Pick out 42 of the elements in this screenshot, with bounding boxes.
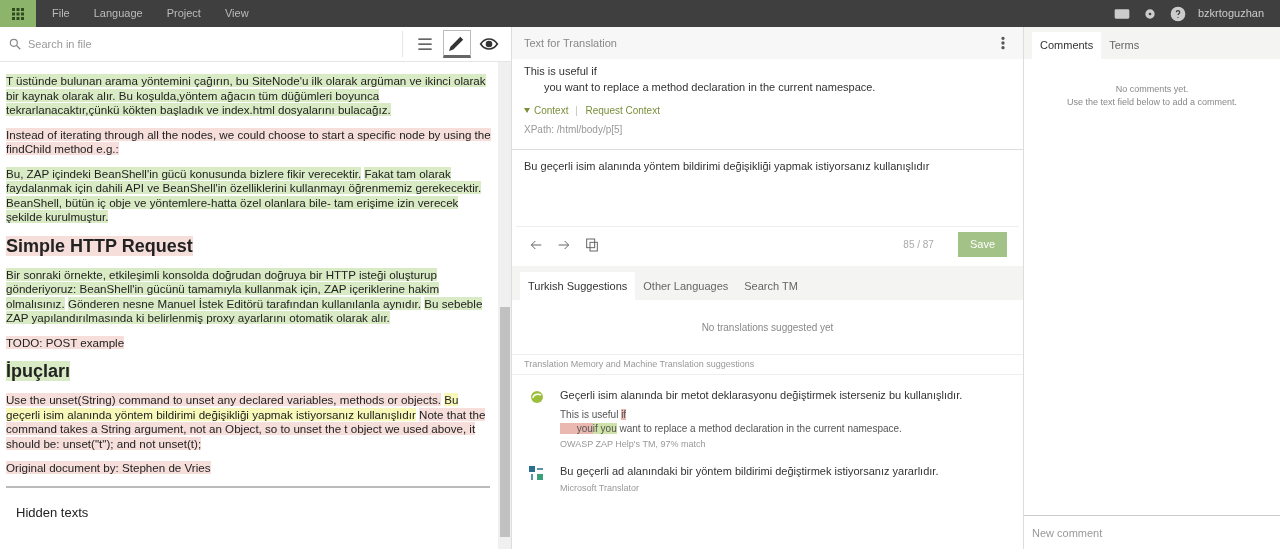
document-heading[interactable]: İpuçları — [6, 360, 494, 382]
suggestion-text[interactable]: Geçerli isim alanında bir metot deklarasyonu değiştirmek isterseniz bu kullanışlıdır. — [560, 387, 963, 404]
copy-icon — [584, 236, 600, 253]
menu-item[interactable]: View — [224, 5, 249, 22]
menu-item[interactable]: File — [52, 5, 70, 22]
context-toggle[interactable]: Context — [534, 103, 569, 118]
username[interactable]: bzkrtoguzhan — [1197, 5, 1264, 22]
request-context-link[interactable]: Request Context — [585, 103, 660, 118]
scrollbar[interactable] — [498, 62, 511, 549]
view-toggle-button[interactable] — [443, 30, 471, 58]
menu-item[interactable]: Project — [166, 5, 201, 22]
empty-message: No comments yet. Use the text field below to add a comment. — [1065, 83, 1239, 109]
section-title: Hidden texts — [16, 505, 90, 520]
comment-field[interactable]: New comment — [1024, 515, 1280, 549]
suggestion-tab[interactable]: Other Languages — [635, 272, 737, 300]
empty-message: No translations suggested yet — [512, 300, 1023, 355]
document-paragraph[interactable]: TODO: POST example — [6, 335, 494, 350]
source-text: This is useful if you want to replace a method declaration in the current namespace. — [524, 64, 877, 95]
suggestion-text[interactable]: Bu geçerli ad alanındaki bir yöntem bildirimi değiştirmek istiyorsanız yararlıdır. — [560, 463, 939, 480]
section-label: Translation Memory and Machine Translation suggestions — [512, 355, 1023, 375]
comments-tab[interactable]: Comments — [1032, 32, 1102, 59]
translation-field[interactable]: Bu geçerli isim alanında yöntem bildirimi değişikliği yapmak istiyorsanız kullanışlıdır — [512, 150, 1023, 226]
suggestion-tab[interactable]: Search TM — [736, 272, 806, 300]
caret-icon — [524, 108, 530, 113]
copy-source-button[interactable] — [584, 236, 600, 253]
character-counter: 85 / 87 — [903, 238, 934, 252]
help-icon — [1169, 5, 1186, 22]
suggestion-origin: OWASP ZAP Help's TM, 97% match — [560, 437, 707, 451]
source-diff: This is useful if youif you want to replace a method declaration in the current namespace. — [560, 407, 903, 436]
grid-icon — [12, 7, 24, 20]
document-heading[interactable]: Simple HTTP Request — [6, 234, 494, 257]
document-paragraph[interactable]: Instead of iterating through all the nodes, we could choose to start a specific node by using the findChild method e.g.: — [6, 127, 494, 157]
search-field[interactable]: Search in file — [28, 32, 402, 56]
suggestion-tab[interactable]: Turkish Suggestions — [520, 272, 636, 300]
apps-button[interactable] — [0, 0, 36, 27]
suggestion-origin: Microsoft Translator — [560, 481, 641, 495]
comments-tab[interactable]: Terms — [1101, 32, 1148, 59]
menu-item[interactable]: Language — [93, 5, 143, 22]
document-paragraph[interactable]: Original document by: Stephen de Vries — [6, 461, 494, 476]
xpath-text: XPath: /html/body/p[5] — [524, 123, 624, 137]
search-icon — [8, 37, 22, 51]
panel-title: Text for Translation — [524, 35, 617, 51]
